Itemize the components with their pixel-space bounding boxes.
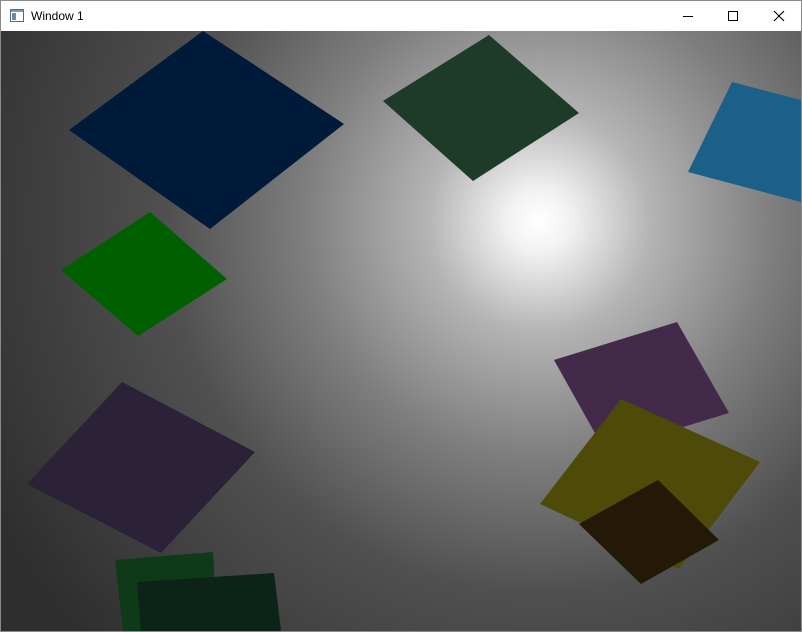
window-app-icon	[10, 9, 24, 22]
minimize-button[interactable]	[665, 1, 711, 31]
title-bar[interactable]: Window 1	[1, 1, 801, 31]
window-title: Window 1	[31, 9, 84, 23]
minimize-icon	[683, 16, 693, 17]
maximize-button[interactable]	[710, 1, 756, 31]
green-quad-bottom-front	[137, 573, 281, 631]
render-canvas[interactable]	[1, 31, 801, 631]
scene-graphics	[1, 31, 801, 631]
maximize-icon	[728, 11, 738, 21]
close-icon	[773, 10, 785, 22]
close-button[interactable]	[756, 1, 802, 31]
app-window: Window 1	[0, 0, 802, 632]
